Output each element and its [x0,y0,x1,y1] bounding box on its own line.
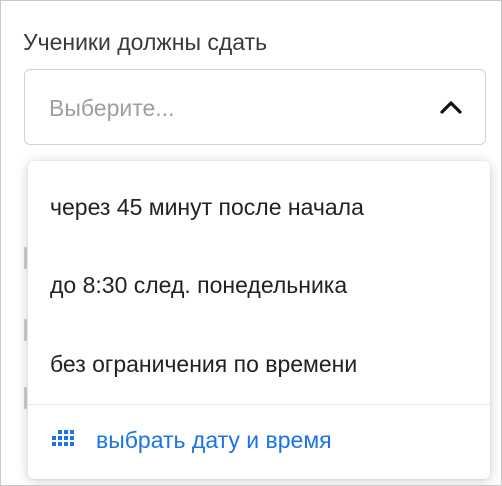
deadline-field-label: Ученики должны сдать [23,29,268,55]
menu-divider [28,404,490,405]
deadline-settings-panel: Ученики должны сдать Выберите... через 4… [0,0,502,486]
option-until-next-monday[interactable]: до 8:30 след. понедельника [50,270,347,300]
chevron-up-icon[interactable] [439,98,463,116]
option-no-time-limit[interactable]: без ограничения по времени [50,349,357,379]
deadline-select[interactable]: Выберите... [24,69,486,145]
deadline-dropdown-menu: через 45 минут после начала до 8:30 след… [28,161,490,479]
option-45-minutes-after-start[interactable]: через 45 минут после начала [50,192,364,222]
calendar-grid-icon [52,430,74,446]
pick-date-time-label: выбрать дату и время [96,427,332,453]
select-placeholder: Выберите... [49,95,175,121]
pick-date-time-button[interactable]: выбрать дату и время [50,425,332,455]
